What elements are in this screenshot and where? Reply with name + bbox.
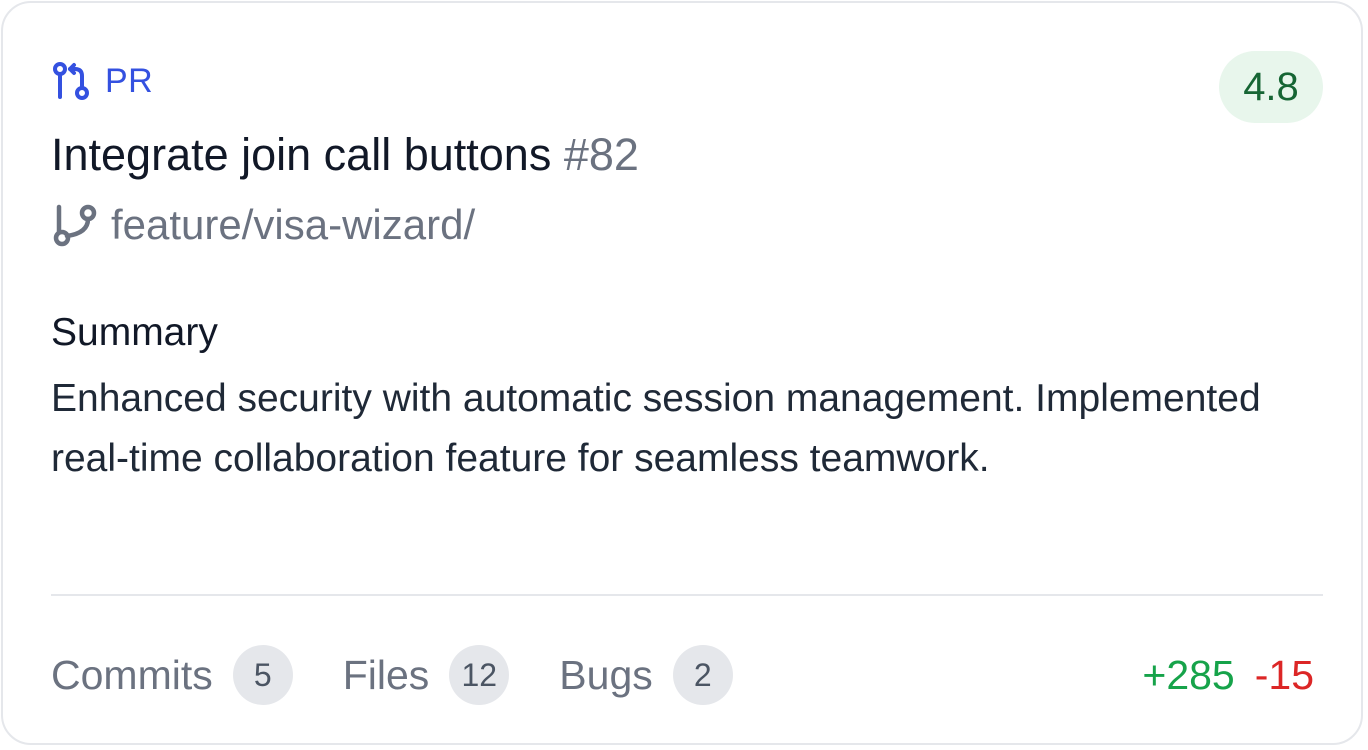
- summary-text: Enhanced security with automatic session…: [51, 377, 1261, 480]
- stat-files: Files 12: [343, 645, 510, 705]
- summary-heading: Summary: [51, 311, 218, 354]
- branch-row: feature/visa-wizard/: [51, 199, 475, 251]
- additions-count: +285: [1142, 652, 1235, 698]
- git-branch-icon: [53, 204, 97, 247]
- branch-name: feature/visa-wizard/: [111, 201, 476, 248]
- score-badge: 4.8: [1219, 51, 1323, 123]
- pr-title[interactable]: Integrate join call buttons: [51, 129, 551, 180]
- pr-number[interactable]: #82: [564, 129, 639, 180]
- pr-type-label: PR: [105, 62, 154, 100]
- diff-summary: +285 -15: [1142, 645, 1314, 705]
- commits-count-badge: 5: [232, 645, 293, 705]
- files-count-badge: 12: [449, 645, 510, 705]
- git-pull-request-icon: [53, 62, 89, 100]
- bugs-count-badge: 2: [672, 645, 733, 705]
- stat-commits: Commits 5: [51, 645, 293, 705]
- files-label: Files: [342, 652, 430, 698]
- pr-stats: Commits 5 Files 12 Bugs 2: [51, 645, 783, 705]
- stat-bugs: Bugs 2: [559, 645, 733, 705]
- pr-type-tag: PR: [51, 60, 153, 102]
- bugs-label: Bugs: [559, 652, 653, 698]
- divider: [51, 594, 1323, 596]
- pr-title-row[interactable]: Integrate join call buttons #82: [51, 127, 639, 183]
- deletions-count: -15: [1254, 652, 1314, 698]
- commits-label: Commits: [51, 652, 213, 698]
- pr-card[interactable]: PR 4.8 Integrate join call buttons #82 f…: [1, 1, 1363, 745]
